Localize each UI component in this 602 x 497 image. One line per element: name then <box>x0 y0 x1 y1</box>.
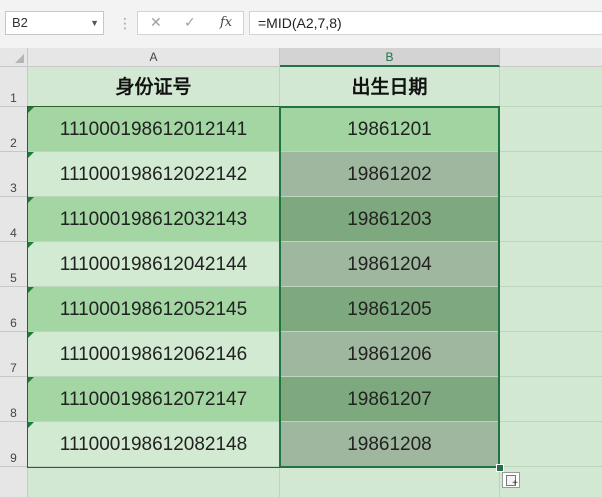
cell-birth-date[interactable]: 19861205 <box>280 287 500 332</box>
error-indicator-icon <box>28 287 34 293</box>
worksheet-grid: A B 1 身份证号 出生日期 2 111000198612012141 19861201… <box>0 48 602 497</box>
cell-id-number[interactable]: 111000198612022142 <box>28 152 280 197</box>
formula-buttons: ✕ ✓ fx <box>137 11 244 35</box>
enter-icon[interactable]: ✓ <box>184 14 196 31</box>
row-number: 9 <box>10 451 17 465</box>
cell-value: 111000198612032143 <box>59 209 248 230</box>
insert-function-icon[interactable]: fx <box>220 15 232 30</box>
cell-birth-date[interactable]: 19861202 <box>280 152 500 197</box>
cell-empty[interactable] <box>500 107 602 152</box>
cell-value: 111000198612052145 <box>59 299 248 320</box>
error-indicator-icon <box>28 197 34 203</box>
row-header-3[interactable]: 3 <box>0 152 28 197</box>
row-number: 4 <box>10 226 17 240</box>
cell-value: 111000198612042144 <box>59 254 248 275</box>
cell-empty[interactable] <box>500 422 602 467</box>
cell-value: 111000198612062146 <box>59 344 248 365</box>
column-header-a[interactable]: A <box>28 48 280 67</box>
row-number: 3 <box>10 181 17 195</box>
cell-id-number[interactable]: 111000198612072147 <box>28 377 280 422</box>
cell-empty[interactable] <box>500 377 602 422</box>
cell-birth-date[interactable]: 19861203 <box>280 197 500 242</box>
cell-empty[interactable] <box>500 242 602 287</box>
cell-id-number[interactable]: 111000198612052145 <box>28 287 280 332</box>
error-indicator-icon <box>28 332 34 338</box>
cell-id-number[interactable]: 111000198612082148 <box>28 422 280 467</box>
formula-input[interactable]: =MID(A2,7,8) <box>249 11 602 35</box>
formula-bar: B2 ▼ ⋮ ✕ ✓ fx =MID(A2,7,8) <box>0 0 602 48</box>
fill-handle[interactable] <box>496 464 504 472</box>
name-box-value: B2 <box>12 15 28 30</box>
error-indicator-icon <box>28 152 34 158</box>
header-cell-birth-date[interactable]: 出生日期 <box>280 67 500 107</box>
cell-id-number[interactable]: 111000198612042144 <box>28 242 280 287</box>
row-number: 1 <box>10 91 17 105</box>
row-header-1[interactable]: 1 <box>0 67 28 107</box>
cell-empty[interactable] <box>500 67 602 107</box>
cell-id-number[interactable]: 111000198612062146 <box>28 332 280 377</box>
cell-empty[interactable] <box>500 197 602 242</box>
error-indicator-icon <box>28 107 34 113</box>
row-number: 5 <box>10 271 17 285</box>
row-header-5[interactable]: 5 <box>0 242 28 287</box>
cell-empty[interactable] <box>28 467 280 497</box>
cell-birth-date[interactable]: 19861206 <box>280 332 500 377</box>
auto-fill-options-icon[interactable]: + <box>502 472 520 489</box>
cell-empty[interactable] <box>500 287 602 332</box>
row-number: 8 <box>10 406 17 420</box>
cell-id-number[interactable]: 111000198612032143 <box>28 197 280 242</box>
row-header-8[interactable]: 8 <box>0 377 28 422</box>
row-header-7[interactable]: 7 <box>0 332 28 377</box>
cell-value: 111000198612022142 <box>59 164 248 185</box>
column-header-b[interactable]: B <box>280 48 500 67</box>
cell-value: 111000198612072147 <box>59 389 248 410</box>
select-all-button[interactable] <box>0 48 28 67</box>
cell-birth-date[interactable]: 19861204 <box>280 242 500 287</box>
row-number: 2 <box>10 136 17 150</box>
name-box[interactable]: B2 ▼ <box>5 11 104 35</box>
row-header-4[interactable]: 4 <box>0 197 28 242</box>
more-options-icon[interactable]: ⋮ <box>118 14 132 32</box>
cell-value: 111000198612012141 <box>59 119 248 140</box>
cell-birth-date[interactable]: 19861208 <box>280 422 500 467</box>
error-indicator-icon <box>28 242 34 248</box>
cell-birth-date[interactable]: 19861201 <box>280 107 500 152</box>
cell-id-number[interactable]: 111000198612012141 <box>28 107 280 152</box>
row-header-6[interactable]: 6 <box>0 287 28 332</box>
row-header-10[interactable] <box>0 467 28 497</box>
cell-empty[interactable] <box>500 152 602 197</box>
cell-birth-date[interactable]: 19861207 <box>280 377 500 422</box>
cell-value: 111000198612082148 <box>59 434 248 455</box>
row-header-9[interactable]: 9 <box>0 422 28 467</box>
cell-empty[interactable] <box>280 467 500 497</box>
cell-empty[interactable] <box>500 332 602 377</box>
header-cell-id-number[interactable]: 身份证号 <box>28 67 280 107</box>
row-number: 7 <box>10 361 17 375</box>
column-header-c[interactable] <box>500 48 602 67</box>
cancel-icon[interactable]: ✕ <box>150 14 162 31</box>
error-indicator-icon <box>28 377 34 383</box>
error-indicator-icon <box>28 422 34 428</box>
chevron-down-icon[interactable]: ▼ <box>90 12 99 34</box>
row-number: 6 <box>10 316 17 330</box>
row-header-2[interactable]: 2 <box>0 107 28 152</box>
